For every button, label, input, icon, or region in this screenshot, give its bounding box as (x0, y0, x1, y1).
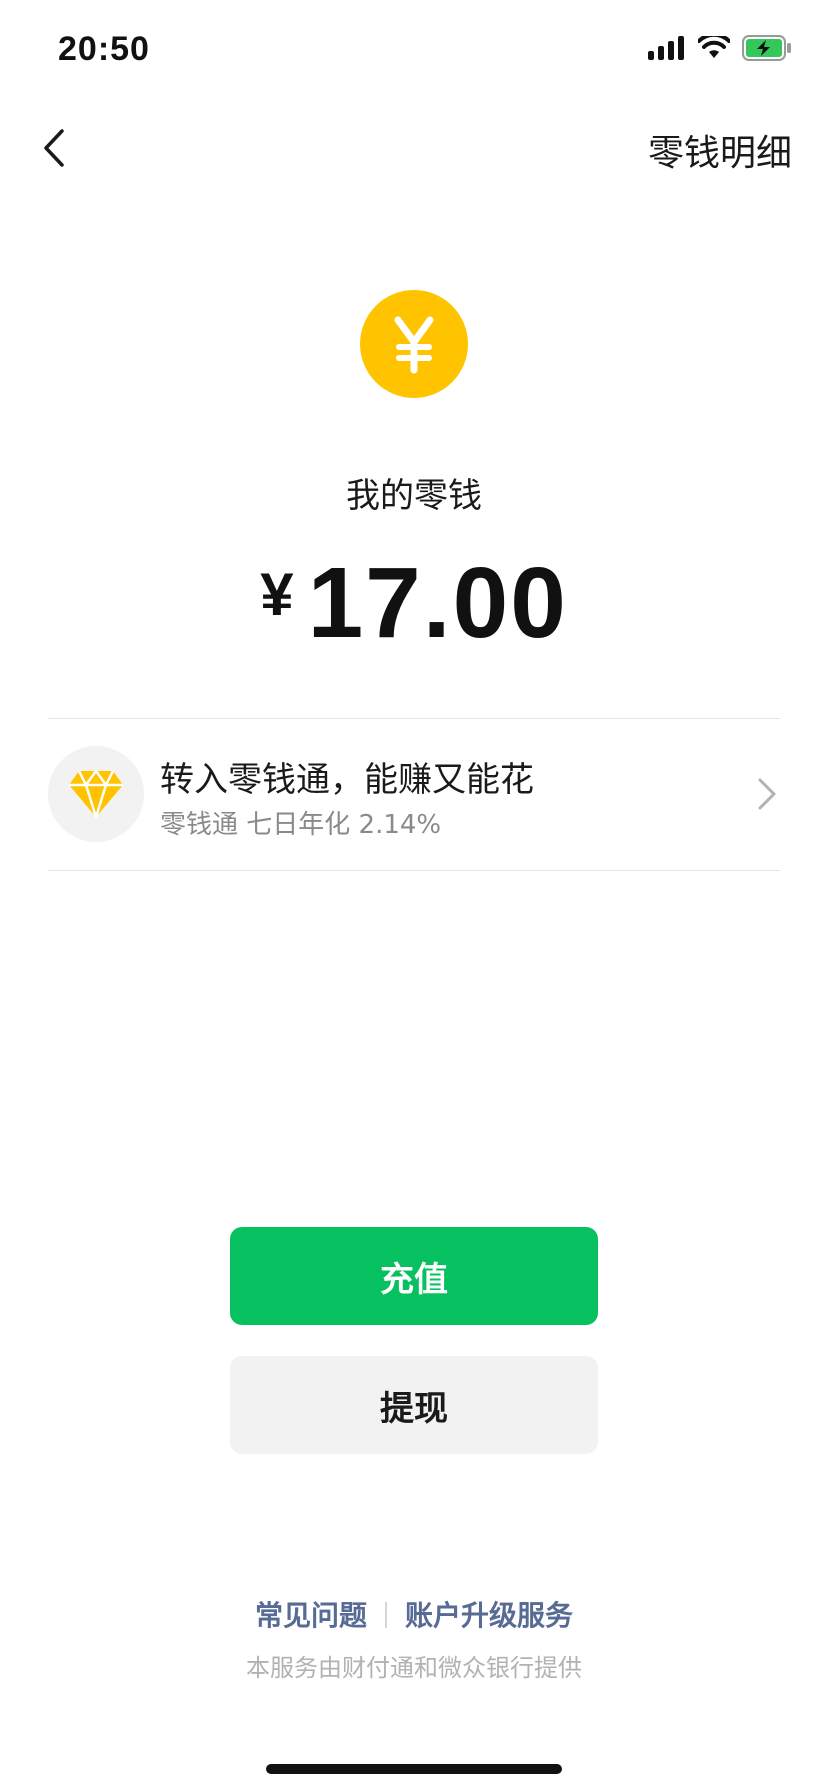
withdraw-button[interactable]: 提现 (230, 1356, 598, 1454)
divider-top (48, 718, 780, 719)
footer-separator (385, 1602, 387, 1628)
footer-links: 常见问题 账户升级服务 (0, 1594, 828, 1634)
divider-bottom (48, 870, 780, 871)
status-icons (648, 32, 792, 66)
nav-bar: 零钱明细 (0, 100, 828, 200)
lingqiantong-promo-row[interactable]: 转入零钱通，能赚又能花 零钱通 七日年化 2.14% (48, 720, 780, 870)
currency-symbol: ¥ (260, 561, 294, 628)
balance-value: 17.00 (307, 547, 568, 659)
home-indicator (266, 1764, 562, 1774)
status-time: 20:50 (58, 30, 150, 68)
balance-label: 我的零钱 (346, 476, 482, 516)
account-upgrade-link[interactable]: 账户升级服务 (405, 1599, 573, 1632)
balance-details-link[interactable]: 零钱明细 (648, 124, 792, 176)
wallet-balance-screen: 20:50 零钱明细 我的零钱 ¥ 17.00 转入零钱通，能赚又能花 零钱通 … (0, 0, 828, 1792)
status-bar: 20:50 (0, 0, 828, 100)
back-button[interactable] (22, 118, 86, 182)
chevron-left-icon (40, 128, 68, 172)
service-provider-note: 本服务由财付通和微众银行提供 (246, 1654, 582, 1682)
battery-charging-icon (742, 35, 792, 65)
chevron-right-icon (752, 776, 780, 812)
wifi-icon (697, 32, 731, 64)
signal-icon (648, 36, 686, 64)
diamond-icon (48, 746, 144, 842)
yuan-coin-icon (360, 290, 468, 398)
promo-subtitle: 零钱通 七日年化 2.14% (160, 810, 442, 840)
faq-link[interactable]: 常见问题 (255, 1599, 367, 1632)
promo-title: 转入零钱通，能赚又能花 (160, 760, 534, 800)
top-up-button[interactable]: 充值 (230, 1227, 598, 1325)
balance-amount: ¥17.00 (0, 546, 828, 661)
